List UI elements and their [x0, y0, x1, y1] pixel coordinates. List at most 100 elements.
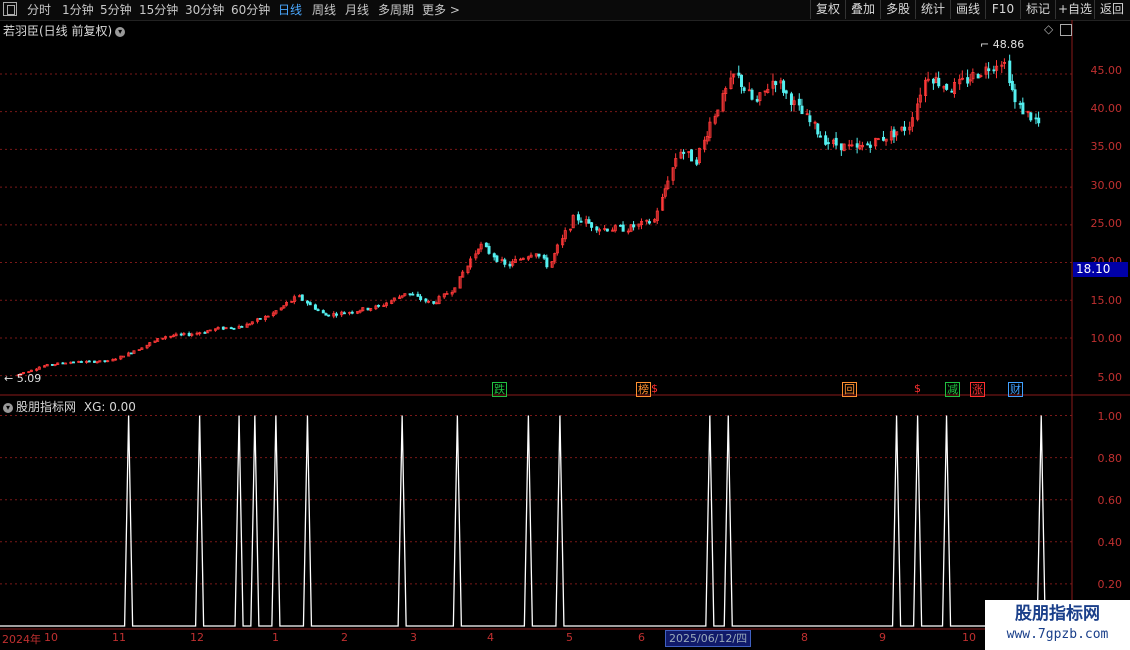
candle-body — [619, 224, 623, 227]
candle-body — [866, 143, 870, 146]
high-price-label: ⌐ 48.86 — [980, 38, 1025, 51]
candle-body — [590, 222, 594, 228]
candle-body — [774, 81, 778, 86]
candle-body — [826, 142, 830, 145]
back-button[interactable]: 返回 — [1094, 0, 1129, 19]
f10-button[interactable]: F10 — [985, 0, 1020, 19]
multi-stock-button[interactable]: 多股 — [880, 0, 915, 19]
chart-canvas[interactable] — [0, 20, 1130, 650]
period-tab-30min[interactable]: 30分钟 — [185, 2, 224, 18]
period-tab-fenshi[interactable]: 分时 — [27, 2, 51, 18]
candle-body — [324, 313, 328, 316]
candle-body — [492, 253, 496, 258]
event-badge-rise[interactable]: 涨 — [970, 382, 985, 397]
add-watchlist-button[interactable]: +自选 — [1055, 0, 1094, 19]
event-badge-dollar[interactable]: $ — [913, 382, 922, 395]
settings-diamond-icon[interactable]: ◇ — [1044, 22, 1053, 36]
event-badge-reduce[interactable]: 减 — [945, 382, 960, 397]
candle-body — [976, 74, 980, 79]
candle-body — [816, 123, 820, 135]
layout-toggle-icon[interactable] — [1060, 24, 1072, 36]
draw-line-button[interactable]: 画线 — [950, 0, 985, 19]
period-tab-60min[interactable]: 60分钟 — [231, 2, 270, 18]
candle-body — [306, 300, 310, 304]
candle-body — [350, 311, 354, 314]
period-tab-weekly[interactable]: 周线 — [312, 2, 336, 18]
candle-body — [545, 257, 549, 268]
candle-body — [682, 151, 686, 154]
more-periods-button[interactable]: 更多 > — [422, 2, 460, 18]
statistics-button[interactable]: 统计 — [915, 0, 950, 19]
overlay-button[interactable]: 叠加 — [845, 0, 880, 19]
candle-body — [93, 360, 97, 363]
adjust-button[interactable]: 复权 — [810, 0, 845, 19]
candle-body — [203, 332, 207, 334]
xg-signal-line — [0, 415, 1072, 627]
candle-body — [1008, 60, 1012, 84]
x-tick-label: 5 — [566, 631, 573, 644]
y-tick-label: 30.00 — [1090, 179, 1123, 192]
candle-body — [316, 309, 320, 312]
candle-body — [229, 327, 233, 329]
indicator-y-tick: 1.00 — [1097, 410, 1123, 423]
x-tick-label: 12 — [190, 631, 204, 644]
candle-body — [595, 226, 599, 231]
period-tab-15min[interactable]: 15分钟 — [139, 2, 178, 18]
event-badge-drop[interactable]: 跌 — [492, 382, 507, 397]
candle-body — [103, 360, 107, 363]
candle-body — [1037, 117, 1041, 124]
candle-body — [308, 302, 312, 306]
period-tab-monthly[interactable]: 月线 — [345, 2, 369, 18]
candle-body — [587, 219, 591, 224]
candle-body — [737, 72, 741, 76]
candle-body — [503, 259, 507, 265]
candle-body — [187, 333, 191, 336]
period-tab-1min[interactable]: 1分钟 — [62, 2, 94, 18]
x-tick-label: 1 — [272, 631, 279, 644]
event-badge-finance[interactable]: 财 — [1008, 382, 1023, 397]
period-tab-daily[interactable]: 日线 — [278, 2, 302, 18]
event-badge-dollar[interactable]: $ — [650, 382, 659, 395]
period-toolbar: 分时 1分钟 5分钟 15分钟 30分钟 60分钟 日线 周线 月线 多周期 更… — [0, 0, 1130, 21]
candle-body — [868, 144, 872, 148]
candle-body — [424, 298, 428, 302]
candle-body — [800, 105, 804, 115]
indicator-options-icon[interactable]: ▾ — [3, 402, 13, 413]
candle-body — [50, 364, 54, 366]
candle-body — [690, 149, 694, 162]
indicator-y-tick: 0.80 — [1097, 452, 1123, 465]
mark-button[interactable]: 标记 — [1020, 0, 1055, 19]
candle-body — [945, 83, 949, 90]
chart-options-icon[interactable]: ▾ — [115, 26, 126, 37]
watermark-logo: 股朋指标网 www.7gpzb.com — [985, 600, 1130, 650]
candle-body — [931, 78, 935, 84]
candle-body — [129, 352, 133, 355]
y-tick-label: 10.00 — [1090, 332, 1123, 345]
candle-body — [240, 326, 244, 328]
candle-body — [542, 255, 546, 259]
period-tab-5min[interactable]: 5分钟 — [100, 2, 132, 18]
period-tab-multi[interactable]: 多周期 — [378, 2, 414, 18]
candle-body — [839, 143, 843, 151]
window-menu-icon[interactable] — [3, 2, 17, 16]
x-tick-label: 4 — [487, 631, 494, 644]
candle-body — [377, 304, 381, 307]
x-tick-label: 10 — [44, 631, 58, 644]
candle-body — [334, 313, 338, 316]
candle-body — [808, 115, 812, 123]
candle-body — [258, 317, 262, 320]
low-pointer-icon: ← — [4, 372, 17, 385]
event-badge-rank[interactable]: 榜 — [636, 382, 651, 397]
candle-body — [1034, 117, 1038, 120]
candle-body — [508, 263, 512, 267]
candle-body — [1029, 112, 1033, 121]
x-tick-label: 2024年 — [2, 633, 41, 646]
y-tick-label: 40.00 — [1090, 102, 1123, 115]
candle-body — [366, 307, 370, 311]
candle-body — [71, 361, 75, 364]
candle-body — [321, 310, 325, 314]
event-badge-return[interactable]: 回 — [842, 382, 857, 397]
candle-body — [1013, 89, 1017, 103]
candle-body — [789, 93, 793, 105]
current-price-tag: 18.10 — [1073, 262, 1128, 277]
